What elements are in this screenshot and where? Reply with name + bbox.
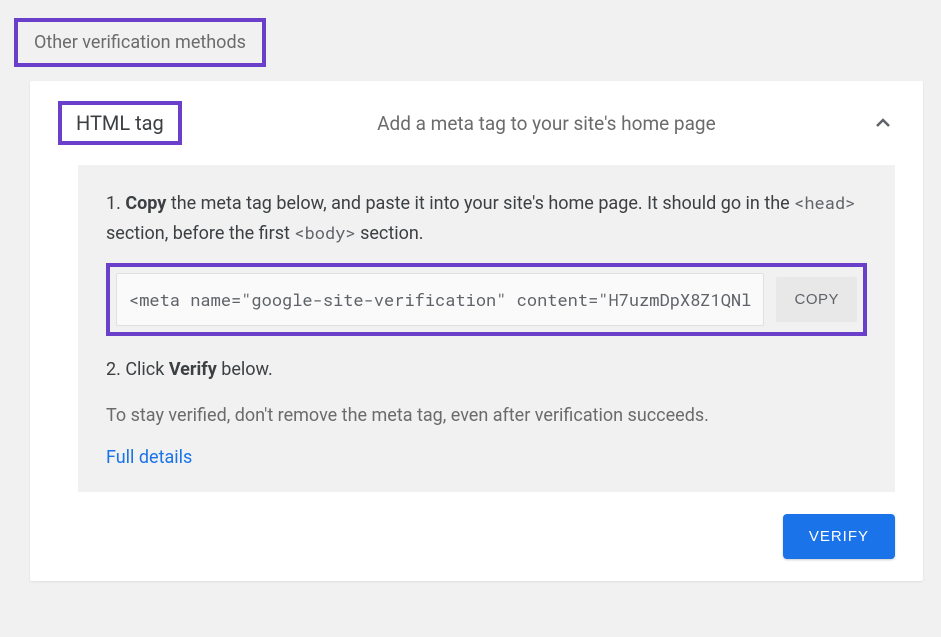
meta-tag-highlight: <meta name="google-site-verification" co… [106,263,867,336]
copy-button[interactable]: COPY [776,277,857,322]
verification-note: To stay verified, don't remove the meta … [106,402,867,429]
other-methods-title: Other verification methods [14,18,266,67]
accordion-header[interactable]: HTML tag Add a meta tag to your site's h… [30,81,923,165]
verification-card: HTML tag Add a meta tag to your site's h… [30,81,923,581]
body-code: <body> [294,221,355,244]
step-1-text: 1. Copy the meta tag below, and paste it… [106,189,867,249]
meta-tag-input[interactable]: <meta name="google-site-verification" co… [116,273,764,326]
chevron-up-icon [871,111,895,135]
step-2-text: 2. Click Verify below. [106,356,867,385]
method-description: Add a meta tag to your site's home page [182,112,871,135]
head-code: <head> [794,191,855,214]
footer-actions: VERIFY [30,492,923,581]
verify-button[interactable]: VERIFY [783,514,895,559]
full-details-link[interactable]: Full details [106,447,192,468]
method-name: HTML tag [58,101,182,145]
accordion-panel: 1. Copy the meta tag below, and paste it… [78,165,895,492]
